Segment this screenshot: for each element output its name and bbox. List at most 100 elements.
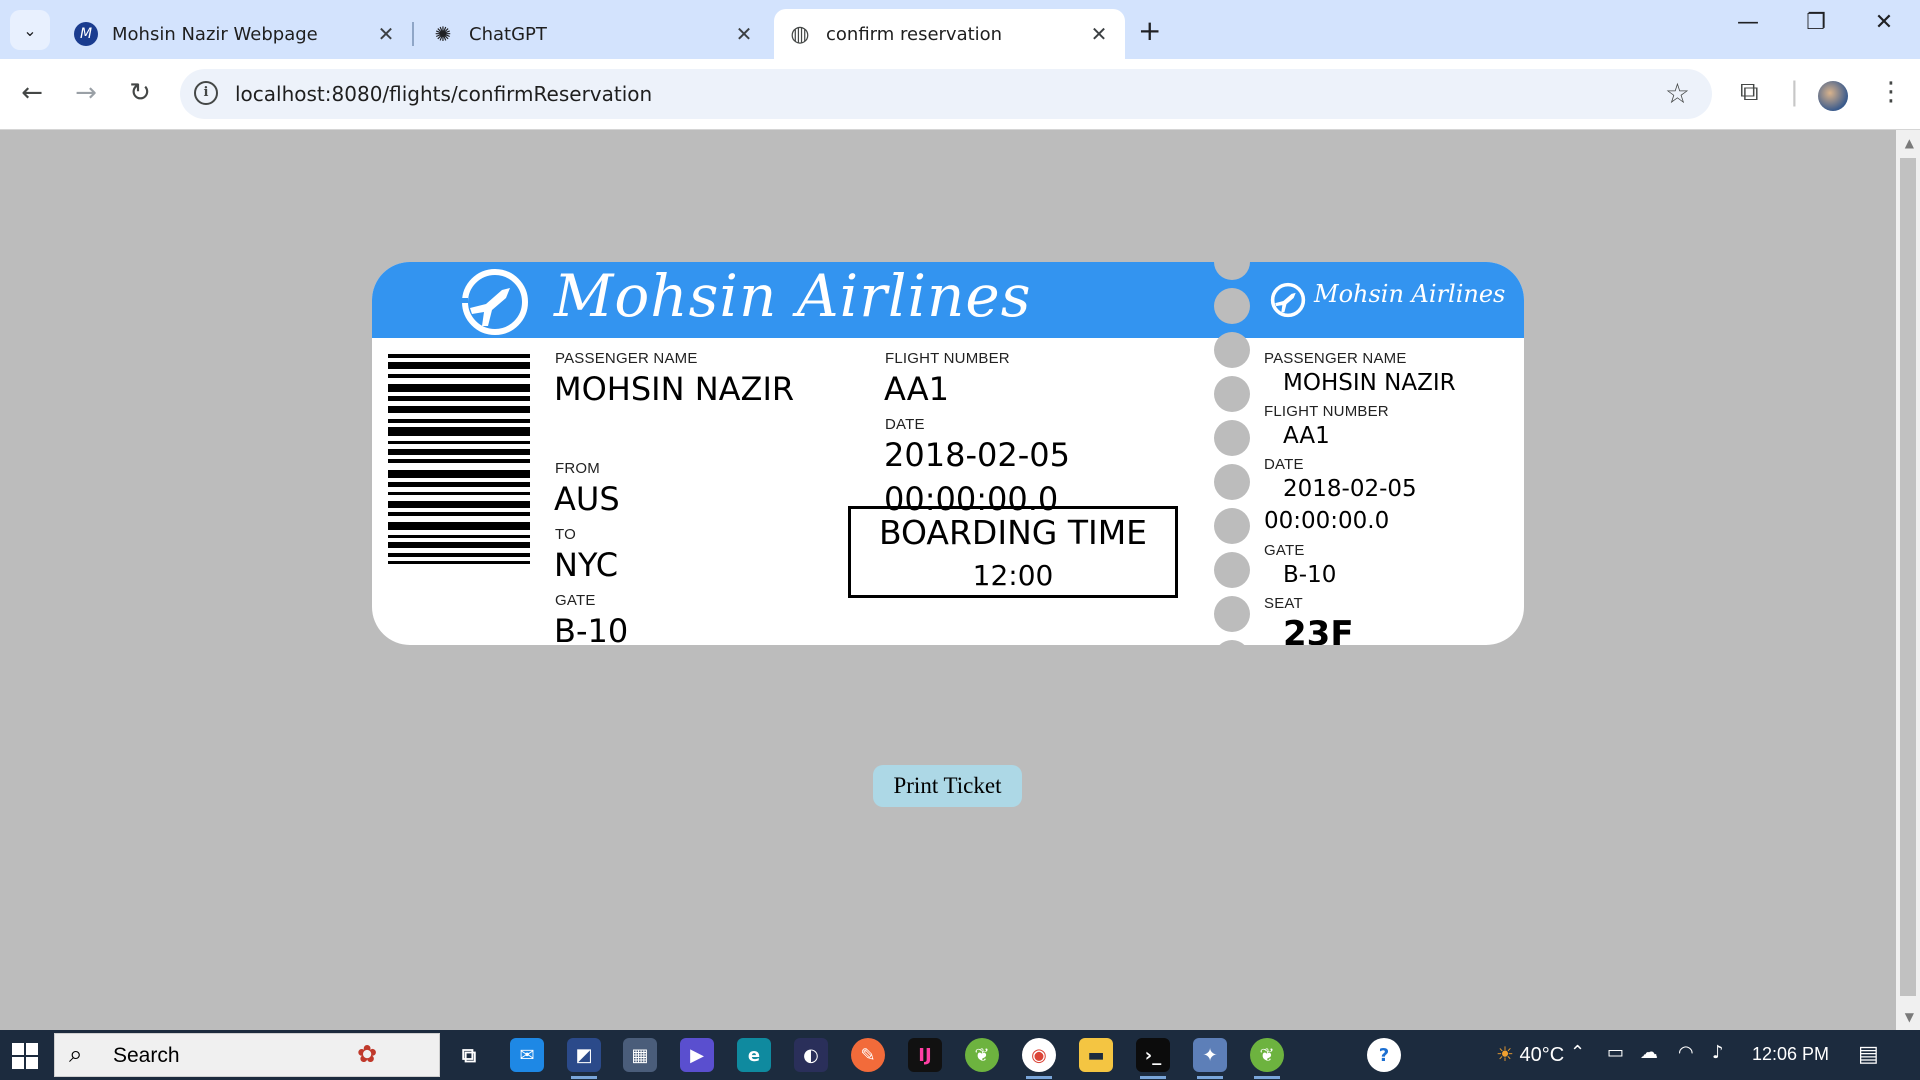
spring-boot-icon[interactable]: ❦ [1250,1038,1284,1079]
close-tab-icon[interactable]: ✕ [374,22,398,46]
scrollbar-thumb[interactable] [1900,158,1916,996]
forward-arrow-icon[interactable]: → [68,75,104,111]
stub-time-value: 00:00:00.0 [1264,508,1390,534]
flight-number-label: FLIGHT NUMBER [885,350,1010,367]
close-window-icon[interactable]: ✕ [1864,10,1904,35]
gate-label: GATE [555,592,596,609]
tab-title: ChatGPT [469,23,547,45]
gate-value: B-10 [554,612,629,645]
address-bar[interactable]: i localhost:8080/flights/confirmReservat… [180,69,1712,119]
date-label: DATE [885,416,925,433]
extensions-icon[interactable]: ⧉ [1740,77,1759,108]
browser-toolbar: ← → ↻ i localhost:8080/flights/confirmRe… [0,59,1920,130]
flight-number-value: AA1 [884,370,950,408]
tab-separator [412,22,414,46]
reload-icon[interactable]: ↻ [122,75,158,111]
print-ticket-button[interactable]: Print Ticket [873,765,1022,807]
stub-passenger-name-value: MOHSIN NAZIR [1283,370,1456,396]
chatgpt-icon: ✺ [434,22,452,46]
from-label: FROM [555,460,600,477]
close-tab-icon[interactable]: ✕ [1087,22,1111,46]
date-value: 2018-02-05 [884,436,1070,474]
tab-confirm-reservation[interactable]: ◍ confirm reservation ✕ [774,9,1125,59]
passenger-name-label: PASSENGER NAME [555,350,698,367]
close-tab-icon[interactable]: ✕ [732,22,756,46]
task-view-icon[interactable]: ⧉ [452,1038,486,1072]
tab-favicon-icon: M [74,22,98,46]
to-value: NYC [554,546,619,584]
stub-seat-value: 23F [1283,614,1354,645]
more-menu-icon[interactable]: ⋮ [1878,77,1904,107]
intellij-icon[interactable]: IJ [908,1038,942,1072]
stub-seat-label: SEAT [1264,595,1303,612]
meet-now-icon[interactable]: ▭ [1607,1042,1624,1063]
eclipse-icon[interactable]: ◐ [794,1038,828,1072]
to-label: TO [555,526,576,543]
wifi-icon[interactable]: ◠ [1678,1042,1694,1063]
onedrive-icon[interactable]: ☁ [1640,1042,1658,1063]
ide-app-icon[interactable]: ◩ [567,1038,601,1079]
notification-icon[interactable]: ▤ [1858,1042,1879,1067]
file-explorer-icon[interactable]: ▬ [1079,1038,1113,1072]
stub-date-value: 2018-02-05 [1283,476,1417,502]
mail-icon[interactable]: ✉ [510,1038,544,1072]
globe-icon: ◍ [790,21,810,47]
windows-start-icon[interactable] [12,1043,38,1069]
airplane-logo-small-icon [1270,282,1306,318]
tab-mohsin-nazir-webpage[interactable]: M Mohsin Nazir Webpage ✕ [60,9,412,59]
taskbar-clock[interactable]: 12:06 PM [1752,1044,1829,1065]
show-hidden-icons-icon[interactable]: ⌃ [1570,1042,1585,1063]
taskbar-search[interactable]: ⌕ Search ✿ [54,1033,440,1077]
copilot-icon[interactable]: ▶ [680,1038,714,1072]
search-highlight-icon: ✿ [357,1040,378,1068]
boarding-time-title: BOARDING TIME [878,513,1148,552]
perforation [1214,262,1250,645]
site-info-icon[interactable]: i [194,81,218,105]
temperature-text: 40°C [1519,1044,1565,1066]
airline-name: Mohsin Airlines [554,262,1032,330]
paint-icon[interactable]: ✦ [1193,1038,1227,1079]
bookmark-star-icon[interactable]: ☆ [1665,77,1690,110]
tab-strip: ⌄ M Mohsin Nazir Webpage ✕ ✺ ChatGPT ✕ ◍… [0,0,1920,59]
postman-icon[interactable]: ✎ [851,1038,885,1072]
volume-icon[interactable]: ♪ [1712,1042,1724,1063]
tab-title: confirm reservation [826,23,1003,45]
stub-airline-name: Mohsin Airlines [1314,280,1506,308]
from-value: AUS [554,480,620,518]
ticket-header: Mohsin Airlines Mohsin Airlines [372,262,1524,338]
edge-icon[interactable]: e [737,1038,771,1072]
store-icon[interactable]: ▦ [623,1038,657,1072]
profile-avatar[interactable] [1818,81,1848,111]
back-arrow-icon[interactable]: ← [14,75,50,111]
airplane-logo-icon [456,269,528,335]
tab-search-button[interactable]: ⌄ [10,10,50,50]
spring-tool-icon[interactable]: ❦ [965,1038,999,1072]
stub-gate-value: B-10 [1283,562,1337,588]
stub-flight-number-value: AA1 [1283,423,1330,449]
chrome-icon[interactable]: ◉ [1022,1038,1056,1079]
boarding-time-value: 12:00 [972,559,1054,592]
taskbar-search-text: Search [113,1044,180,1067]
new-tab-icon[interactable]: + [1138,14,1161,47]
restore-icon[interactable]: ❐ [1796,10,1836,35]
tab-chatgpt[interactable]: ✺ ChatGPT ✕ [417,9,770,59]
toolbar-divider: | [1790,77,1799,107]
scroll-up-icon[interactable]: ▲ [1905,136,1914,150]
stub-date-label: DATE [1264,456,1304,473]
terminal-icon[interactable]: ›_ [1136,1038,1170,1079]
weather-widget[interactable]: ☀ 40°C [1496,1042,1564,1067]
url-text[interactable]: localhost:8080/flights/confirmReservatio… [235,82,652,106]
stub-flight-number-label: FLIGHT NUMBER [1264,403,1389,420]
minimize-icon[interactable]: — [1728,10,1768,35]
barcode [388,354,530,606]
sun-icon: ☀ [1496,1044,1514,1066]
stub-gate-label: GATE [1264,542,1305,559]
help-icon[interactable]: ? [1367,1038,1401,1072]
search-icon: ⌕ [69,1040,83,1068]
tab-title: Mohsin Nazir Webpage [112,23,318,45]
scroll-down-icon[interactable]: ▼ [1905,1010,1914,1024]
passenger-name-value: MOHSIN NAZIR [554,370,795,408]
windows-taskbar: ⌕ Search ✿ ⧉ ✉ ◩ ▦ ▶ e ◐ ✎ IJ ❦ ◉ ▬ ›_ ✦… [0,1030,1920,1080]
stub-passenger-name-label: PASSENGER NAME [1264,350,1407,367]
boarding-time-box: BOARDING TIME 12:00 [848,506,1178,598]
